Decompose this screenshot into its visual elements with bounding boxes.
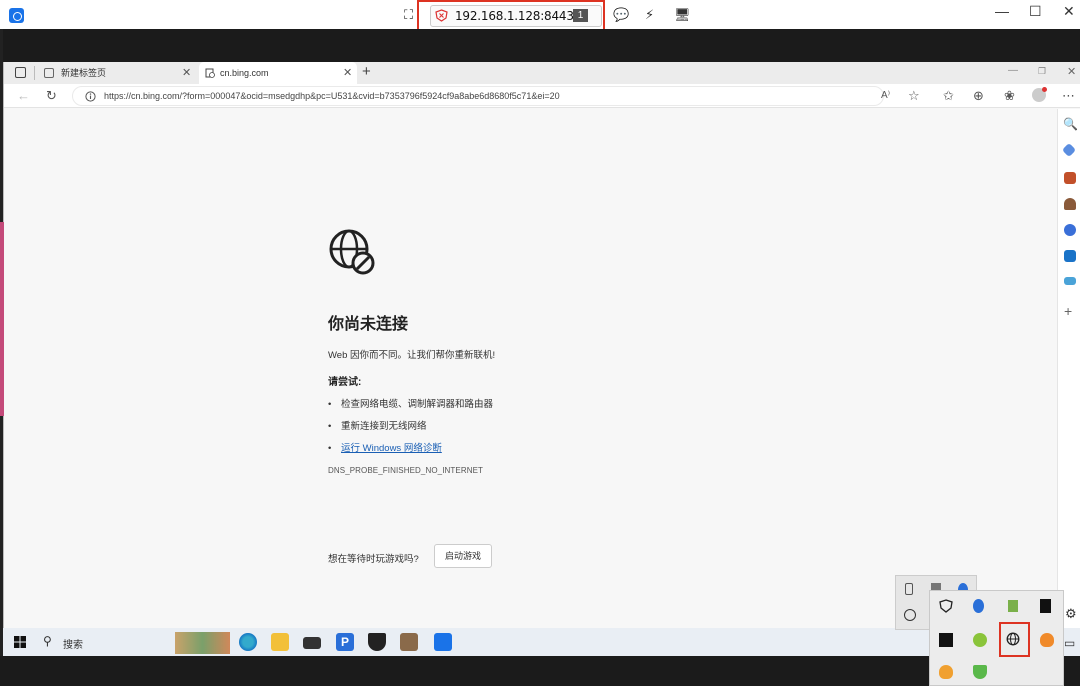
tab-actions-icon[interactable] <box>15 67 26 78</box>
favorites-icon[interactable]: ✩ <box>943 88 954 104</box>
taskbar-search-label[interactable]: 搜索 <box>63 636 83 651</box>
fire-app-icon[interactable] <box>939 665 953 679</box>
tools-briefcase-icon[interactable] <box>1064 172 1076 184</box>
close-button[interactable]: ✕ <box>1063 3 1075 20</box>
error-title: 你尚未连接 <box>328 316 409 333</box>
browser-minimize-icon[interactable]: — <box>1008 65 1018 76</box>
p-app-icon[interactable]: P <box>336 633 354 651</box>
add-sidebar-icon[interactable]: + <box>1064 303 1072 319</box>
extensions-icon[interactable]: ❀ <box>1004 88 1015 104</box>
media-play-icon[interactable] <box>1008 600 1018 612</box>
flame-app-icon[interactable] <box>1040 633 1054 647</box>
office-icon[interactable] <box>1064 224 1076 236</box>
suggestion-item: • 检查网络电缆、调制解调器和路由器 <box>328 399 494 410</box>
usb-icon[interactable] <box>905 583 913 595</box>
globe-no-connection-icon <box>329 229 375 275</box>
start-game-button[interactable]: 启动游戏 <box>434 544 492 568</box>
minimize-button[interactable]: — <box>995 3 1009 19</box>
network-icon-highlight-box <box>999 622 1030 657</box>
profile-alert-dot <box>1042 87 1047 92</box>
close-tab-icon[interactable]: ✕ <box>343 62 352 84</box>
maximize-button[interactable]: ☐ <box>1029 3 1042 20</box>
background-strip <box>0 222 4 416</box>
package-app-icon[interactable] <box>400 633 418 651</box>
tab-bing[interactable]: cn.bing.com ✕ <box>199 62 357 84</box>
error-code: DNS_PROBE_FINISHED_NO_INTERNET <box>328 466 484 475</box>
read-aloud-icon[interactable]: A⁾ <box>881 90 890 101</box>
suggestion-item: • 运行 Windows 网络诊断 <box>328 443 442 454</box>
error-description: Web 因你而不同。让我们帮你重新联机! <box>328 350 496 361</box>
viewer-app-icon <box>9 8 24 23</box>
nvidia-icon[interactable] <box>939 633 953 647</box>
info-icon <box>85 91 96 102</box>
edge-sidebar: 🔍 + <box>1057 109 1080 628</box>
windows-start-icon[interactable] <box>14 636 26 648</box>
url-text: https://cn.bing.com/?form=000047&ocid=ms… <box>104 91 560 101</box>
notification-icon[interactable]: ▭ <box>1064 636 1075 650</box>
browser-restore-icon[interactable]: ❐ <box>1038 66 1046 77</box>
bluetooth-icon[interactable] <box>973 599 984 613</box>
tab-strip: 新建标签页 ✕ cn.bing.com ✕ + — ❐ ✕ <box>4 62 1080 84</box>
more-menu-icon[interactable]: ⋯ <box>1062 88 1075 104</box>
defender-shield-icon[interactable] <box>939 599 953 613</box>
tray-overflow-popup <box>929 590 1064 686</box>
refresh-icon[interactable]: ↻ <box>46 88 57 104</box>
bookmark-app-icon[interactable] <box>1040 599 1051 613</box>
divider <box>34 66 35 80</box>
monitor-icon[interactable]: 🖥 <box>674 7 691 23</box>
navigation-bar: ← ↻ https://cn.bing.com/?form=000047&oci… <box>4 84 1080 108</box>
edge-app-icon[interactable] <box>239 633 257 651</box>
file-explorer-icon[interactable] <box>271 633 289 651</box>
back-arrow-icon[interactable]: ← <box>17 88 30 103</box>
send-icon[interactable] <box>1064 277 1076 285</box>
windows-taskbar: ⚲ 搜索 P <box>3 628 1080 656</box>
green-shield-icon[interactable] <box>973 665 987 679</box>
new-tab-page-icon <box>44 68 54 78</box>
collections-icon[interactable]: ⊕ <box>973 88 984 104</box>
chat-icon[interactable]: 💬 <box>613 7 629 23</box>
globe-back-icon[interactable] <box>904 609 916 621</box>
search-icon[interactable]: ⚲ <box>43 634 52 648</box>
close-tab-icon[interactable]: ✕ <box>182 62 191 84</box>
outlook-icon[interactable] <box>1064 250 1076 262</box>
page-content: 你尚未连接 Web 因你而不同。让我们帮你重新联机! 请尝试: • 检查网络电缆、… <box>4 109 1054 628</box>
edge-browser-window: 新建标签页 ✕ cn.bing.com ✕ + — ❐ ✕ ← ↻ https:… <box>3 62 1080 628</box>
fullscreen-icon[interactable]: ⛶ <box>404 7 413 23</box>
security-shield-app-icon[interactable] <box>368 633 386 651</box>
favorite-star-icon[interactable]: ☆ <box>908 88 920 104</box>
browser-close-icon[interactable]: ✕ <box>1067 65 1076 78</box>
tab-label: 新建标签页 <box>61 68 107 78</box>
page-error-icon <box>205 68 215 78</box>
search-highlight-image <box>175 632 230 654</box>
shopping-tag-icon[interactable] <box>1061 142 1077 158</box>
network-diagnostics-link[interactable]: 运行 Windows 网络诊断 <box>341 443 442 454</box>
mail-icon[interactable] <box>303 637 321 649</box>
remote-top-black-band <box>0 29 1080 62</box>
remote-bottom-black-band <box>0 656 1080 686</box>
tab-label: cn.bing.com <box>220 68 269 78</box>
sync-app-icon[interactable] <box>973 633 987 647</box>
remote-viewer-app-icon[interactable] <box>434 633 452 651</box>
search-sidebar-icon[interactable]: 🔍 <box>1063 117 1078 131</box>
new-tab-plus-icon[interactable]: + <box>362 63 371 80</box>
settings-gear-icon[interactable]: ⚙ <box>1065 606 1077 622</box>
games-chess-icon[interactable] <box>1064 198 1076 210</box>
try-heading: 请尝试: <box>328 377 362 388</box>
lightning-icon[interactable]: ⚡ <box>645 7 654 23</box>
tab-new-tab[interactable]: 新建标签页 ✕ <box>40 62 195 84</box>
game-question: 想在等待时玩游戏吗? <box>328 554 419 565</box>
suggestion-item: • 重新连接到无线网络 <box>328 421 427 432</box>
